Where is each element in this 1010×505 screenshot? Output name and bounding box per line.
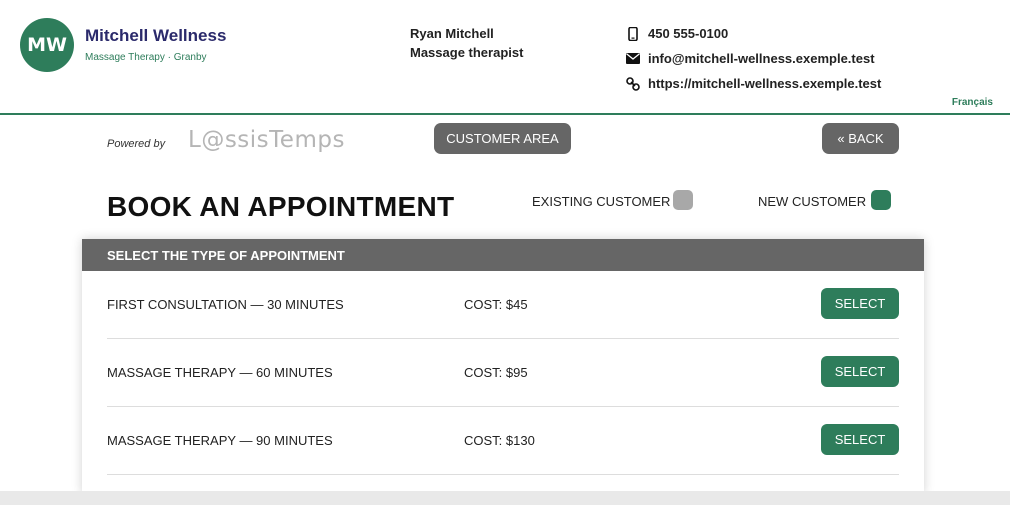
appointment-name: MASSAGE THERAPY — 90 MINUTES: [107, 433, 333, 448]
language-link[interactable]: Français: [952, 97, 993, 108]
website-url: https://mitchell-wellness.exemple.test: [648, 76, 882, 91]
envelope-icon: [626, 52, 640, 66]
page-title: BOOK AN APPOINTMENT: [107, 191, 455, 222]
appointment-row: FIRST CONSULTATION — 30 MINUTES COST: $4…: [107, 271, 899, 339]
partner-logo: L@ssisTemps: [188, 127, 345, 153]
brand-logo[interactable]: MW: [20, 18, 74, 72]
website-row[interactable]: https://mitchell-wellness.exemple.test: [626, 76, 881, 91]
brand-name: Mitchell Wellness: [85, 26, 227, 45]
practitioner-name: Ryan Mitchell: [410, 26, 494, 41]
brand-subtitle: Massage Therapy · Granby: [85, 52, 207, 63]
email-row[interactable]: info@mitchell-wellness.exemple.test: [626, 51, 875, 66]
site-header: MW Mitchell Wellness Massage Therapy · G…: [0, 0, 1010, 115]
appointment-row: MASSAGE THERAPY — 90 MINUTES COST: $130 …: [107, 407, 899, 475]
new-customer-label[interactable]: NEW CUSTOMER: [758, 194, 866, 209]
new-customer-toggle[interactable]: [871, 190, 891, 210]
existing-customer-label[interactable]: EXISTING CUSTOMER: [532, 194, 670, 209]
powered-by-label: Powered by: [107, 138, 166, 150]
appointment-cost: COST: $130: [464, 433, 535, 448]
phone-icon: [626, 26, 640, 41]
appointment-row: MASSAGE THERAPY — 60 MINUTES COST: $95 S…: [107, 339, 899, 407]
back-button[interactable]: « BACK: [822, 123, 899, 154]
select-button[interactable]: SELECT: [821, 424, 899, 455]
existing-customer-toggle[interactable]: [673, 190, 693, 210]
practitioner-role: Massage therapist: [410, 45, 524, 60]
customer-area-button[interactable]: CUSTOMER AREA: [434, 123, 571, 154]
appointment-name: MASSAGE THERAPY — 60 MINUTES: [107, 365, 333, 380]
page-footer-band: [0, 491, 1010, 505]
appointment-types-card: SELECT THE TYPE OF APPOINTMENT FIRST CON…: [82, 239, 924, 494]
select-button[interactable]: SELECT: [821, 288, 899, 319]
phone-row[interactable]: 450 555-0100: [626, 26, 728, 41]
appointment-types-header: SELECT THE TYPE OF APPOINTMENT: [82, 239, 924, 271]
appointment-name: FIRST CONSULTATION — 30 MINUTES: [107, 297, 344, 312]
email-address: info@mitchell-wellness.exemple.test: [648, 51, 875, 66]
appointment-cost: COST: $95: [464, 365, 528, 380]
appointment-cost: COST: $45: [464, 297, 528, 312]
phone-number: 450 555-0100: [648, 26, 729, 41]
select-button[interactable]: SELECT: [821, 356, 899, 387]
link-icon: [626, 76, 640, 91]
